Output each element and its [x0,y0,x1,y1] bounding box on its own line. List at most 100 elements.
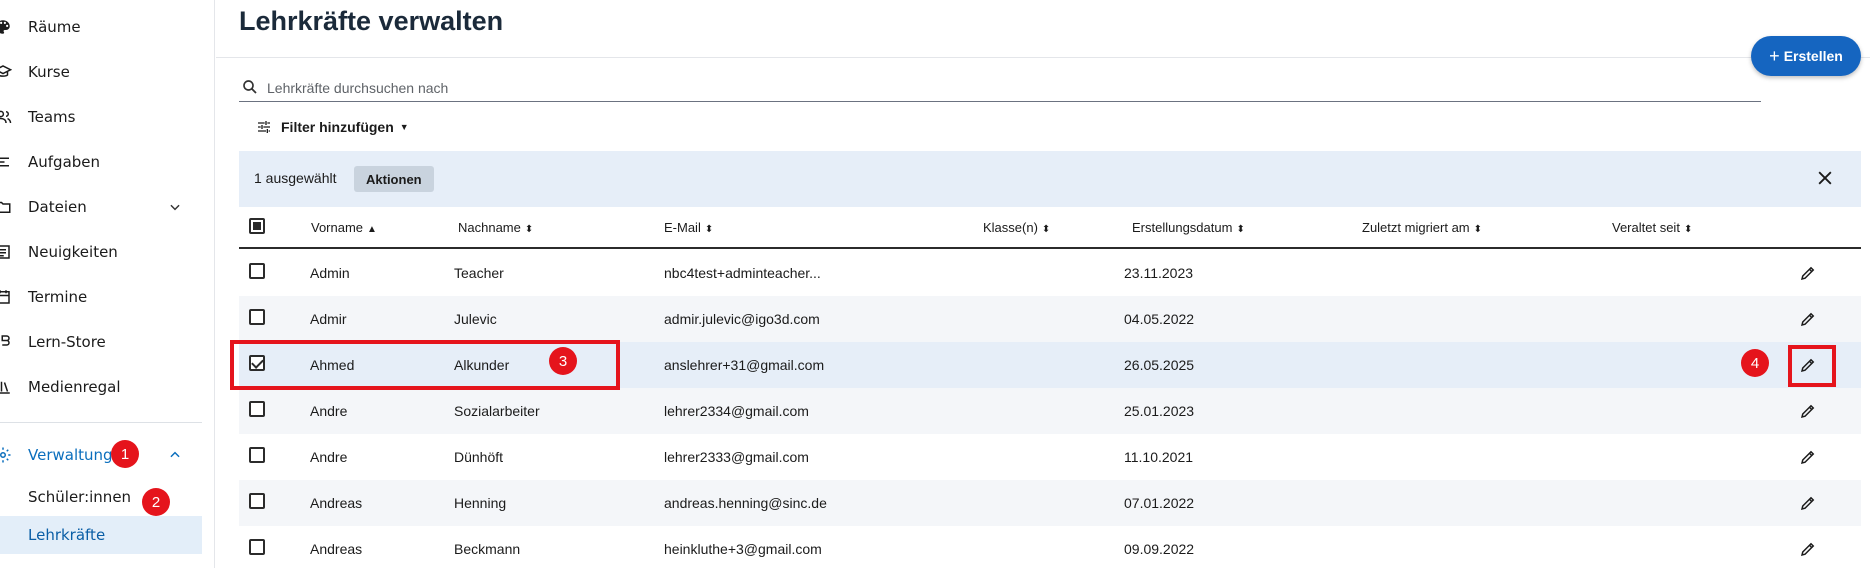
news-icon [0,243,12,261]
row-checkbox[interactable] [249,539,265,555]
cell-vorname: Admir [310,311,347,327]
cell-datum: 25.01.2023 [1124,403,1195,419]
search-input[interactable] [267,76,1747,100]
chevron-up-icon[interactable] [168,448,182,462]
sidebar-item-kurse[interactable]: Kurse [0,50,202,94]
sidebar-item-medienregal[interactable]: Medienregal [0,365,202,409]
edit-pencil-icon[interactable] [1799,310,1817,328]
sidebar-subitem-lehrkraefte[interactable]: Lehrkräfte [0,516,202,554]
table-row[interactable]: Andreas Beckmann heinkluthe+3@gmail.com 09.… [239,526,1861,568]
plus-icon: + [1769,45,1780,66]
edit-pencil-icon[interactable] [1799,448,1817,466]
sidebar-item-dateien[interactable]: Dateien [0,185,202,229]
cell-datum: 07.01.2022 [1124,495,1195,511]
select-all-checkbox[interactable] [249,218,265,234]
palette-icon [0,18,12,36]
table-row[interactable]: Admin Teacher nbc4test+adminteacher... 23.1… [239,250,1861,296]
sort-icon: ⬍ [1041,224,1051,235]
gear-icon [0,446,12,464]
close-icon[interactable] [1815,168,1835,188]
sidebar-divider [0,422,202,423]
cell-vorname: Andre [310,449,348,465]
sidebar-item-termine[interactable]: Termine [0,275,202,319]
table-row[interactable]: Andre Sozialarbeiter lehrer2334@gmail.com 2… [239,388,1861,434]
column-label: Veraltet seit [1612,220,1680,235]
edit-pencil-icon[interactable] [1799,264,1817,282]
edit-pencil-icon[interactable] [1799,494,1817,512]
sidebar-item-teams[interactable]: Teams [0,95,202,139]
actions-button[interactable]: Aktionen [354,166,434,192]
column-label: Nachname [458,220,521,235]
sidebar-item-label: Termine [28,288,88,306]
annotation-highlight-edit [1788,345,1836,387]
annotation-badge-2: 2 [142,488,170,516]
tasks-icon [0,153,12,171]
sidebar-item-label: Medienregal [28,378,121,396]
search-bar [239,76,1761,102]
row-checkbox[interactable] [249,493,265,509]
create-button[interactable]: + Erstellen [1751,36,1861,76]
row-checkbox[interactable] [249,309,265,325]
sort-icon: ⬍ [1473,224,1483,235]
cell-datum: 04.05.2022 [1124,311,1195,327]
column-header-nachname[interactable]: Nachname ⬍ [458,220,533,235]
table-row[interactable]: Admir Julevic admir.julevic@igo3d.com 04.05… [239,296,1861,342]
sidebar-item-neuigkeiten[interactable]: Neuigkeiten [0,230,202,274]
sort-asc-icon: ▲ [367,224,377,235]
store-icon [0,333,12,351]
cell-nachname: Beckmann [454,541,521,557]
cell-nachname: Henning [454,495,507,511]
column-header-klassen[interactable]: Klasse(n) ⬍ [983,220,1050,235]
column-header-erstellungsdatum[interactable]: Erstellungsdatum ⬍ [1132,220,1245,235]
sidebar-item-lern-store[interactable]: Lern-Store [0,320,202,364]
table-row[interactable]: Andre Dünhöft lehrer2333@gmail.com 11.10.20… [239,434,1861,480]
row-checkbox[interactable] [249,401,265,417]
column-header-vorname[interactable]: Vorname ▲ [311,220,377,235]
cell-email: admir.julevic@igo3d.com [664,311,820,327]
column-label: Vorname [311,220,364,235]
cell-nachname: Teacher [454,265,504,281]
selection-count: 1 ausgewählt [254,170,337,186]
column-header-veraltet-seit[interactable]: Veraltet seit ⬍ [1612,220,1692,235]
edit-pencil-icon[interactable] [1799,540,1817,558]
row-checkbox[interactable] [249,263,265,279]
sidebar-item-label: Neuigkeiten [28,243,118,261]
cell-nachname: Sozialarbeiter [454,403,540,419]
column-header-email[interactable]: E-Mail ⬍ [664,220,713,235]
add-filter-button[interactable]: Filter hinzufügen ▼ [256,116,409,138]
sidebar: Räume Kurse Teams Aufgaben Dateien Neuig… [0,0,215,568]
column-label: Erstellungsdatum [1132,220,1233,235]
add-filter-label: Filter hinzufügen [281,119,394,135]
chevron-down-icon[interactable] [168,200,182,214]
cell-nachname: Dünhöft [454,449,504,465]
school-icon [0,63,12,81]
create-button-label: Erstellen [1783,48,1843,64]
cell-email: andreas.henning@sinc.de [664,495,827,511]
sidebar-subitem-label: Schüler:innen [28,488,132,506]
sidebar-item-aufgaben[interactable]: Aufgaben [0,140,202,184]
cell-vorname: Andre [310,403,348,419]
sidebar-subitem-label: Lehrkräfte [28,526,106,544]
cell-vorname: Andreas [310,541,363,557]
annotation-badge-1: 1 [111,440,139,468]
search-icon [241,78,259,96]
column-header-zuletzt-migriert[interactable]: Zuletzt migriert am ⬍ [1362,220,1482,235]
sidebar-item-raeume[interactable]: Räume [0,5,202,49]
cell-vorname: Admin [310,265,350,281]
table-row[interactable]: Andreas Henning andreas.henning@sinc.de 07.… [239,480,1861,526]
cell-nachname: Julevic [454,311,497,327]
sidebar-subitem-schueler[interactable]: Schüler:innen [0,478,202,516]
sidebar-item-label: Lern-Store [28,333,106,351]
cell-email: anslehrer+31@gmail.com [664,357,825,373]
row-checkbox[interactable] [249,447,265,463]
edit-pencil-icon[interactable] [1799,402,1817,420]
calendar-icon [0,288,12,306]
sidebar-item-verwaltung[interactable]: Verwaltung [0,433,202,477]
cell-datum: 11.10.2021 [1124,449,1194,465]
folder-icon [0,198,12,216]
media-shelf-icon [0,378,12,396]
sort-icon: ⬍ [704,224,714,235]
sidebar-item-label: Verwaltung [28,446,113,464]
cell-email: lehrer2334@gmail.com [664,403,809,419]
cell-datum: 09.09.2022 [1124,541,1195,557]
